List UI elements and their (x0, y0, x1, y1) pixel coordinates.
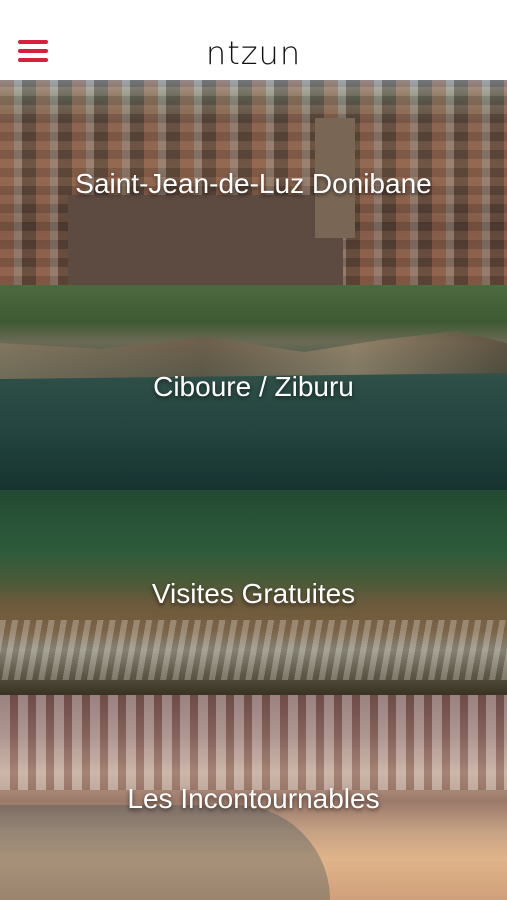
top-bar: ntzun (0, 0, 507, 80)
bay-water-photo (0, 805, 330, 900)
category-tile-les-incontournables[interactable]: Les Incontournables (0, 695, 507, 900)
bay-town-photo (0, 695, 507, 790)
category-title: Ciboure / Ziburu (153, 371, 354, 402)
category-tile-visites-gratuites[interactable]: Visites Gratuites (0, 490, 507, 695)
category-title: Saint-Jean-de-Luz Donibane (75, 168, 432, 199)
category-title: Visites Gratuites (151, 578, 356, 609)
category-tile-saint-jean-de-luz[interactable]: Saint-Jean-de-Luz Donibane (0, 80, 507, 285)
beach-photo (0, 620, 507, 680)
app-screen: ntzun Saint-Jean-de-Luz Donibane Ciboure… (0, 0, 507, 900)
church-photo-detail (68, 195, 343, 285)
category-title: Les Incontournables (127, 783, 380, 814)
category-list: Saint-Jean-de-Luz Donibane Ciboure / Zib… (0, 80, 507, 900)
category-tile-ciboure[interactable]: Ciboure / Ziburu (0, 285, 507, 490)
app-logo: ntzun (205, 34, 302, 72)
